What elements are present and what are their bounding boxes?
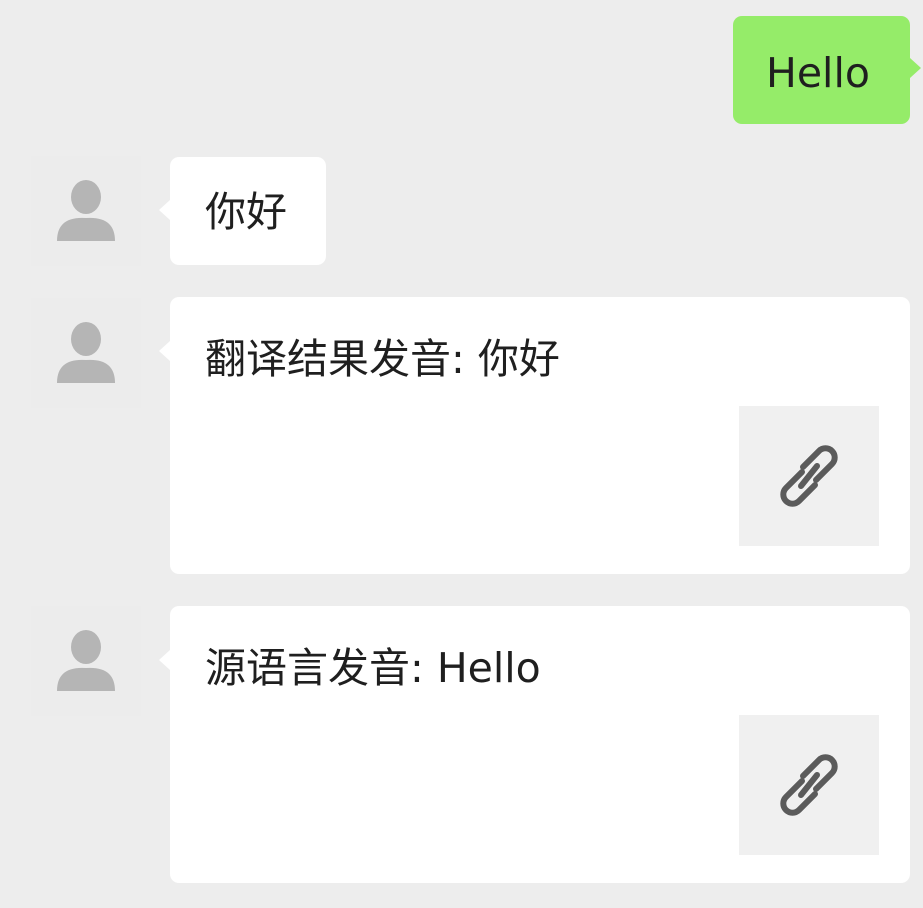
user-silhouette-icon — [57, 180, 115, 241]
link-attachment-card[interactable] — [739, 406, 879, 546]
link-icon — [780, 445, 838, 507]
message-text: 源语言发音: Hello — [205, 644, 541, 692]
avatar[interactable] — [31, 606, 141, 716]
incoming-message-bubble[interactable]: 源语言发音: Hello — [170, 606, 910, 883]
bubble-tail — [159, 200, 170, 220]
incoming-message-bubble[interactable]: 你好 — [170, 157, 326, 265]
incoming-message-bubble[interactable]: 翻译结果发音: 你好 — [170, 297, 910, 574]
bubble-tail — [159, 650, 170, 670]
message-text: 翻译结果发音: 你好 — [205, 335, 560, 383]
link-icon — [780, 754, 838, 816]
avatar[interactable] — [31, 156, 141, 266]
message-text: Hello — [766, 49, 870, 97]
outgoing-message-bubble[interactable]: Hello — [733, 16, 910, 124]
link-attachment-card[interactable] — [739, 715, 879, 855]
message-text: 你好 — [205, 188, 287, 236]
bubble-tail — [910, 58, 921, 78]
user-silhouette-icon — [57, 322, 115, 383]
bubble-tail — [159, 341, 170, 361]
avatar[interactable] — [31, 298, 141, 408]
user-silhouette-icon — [57, 630, 115, 691]
